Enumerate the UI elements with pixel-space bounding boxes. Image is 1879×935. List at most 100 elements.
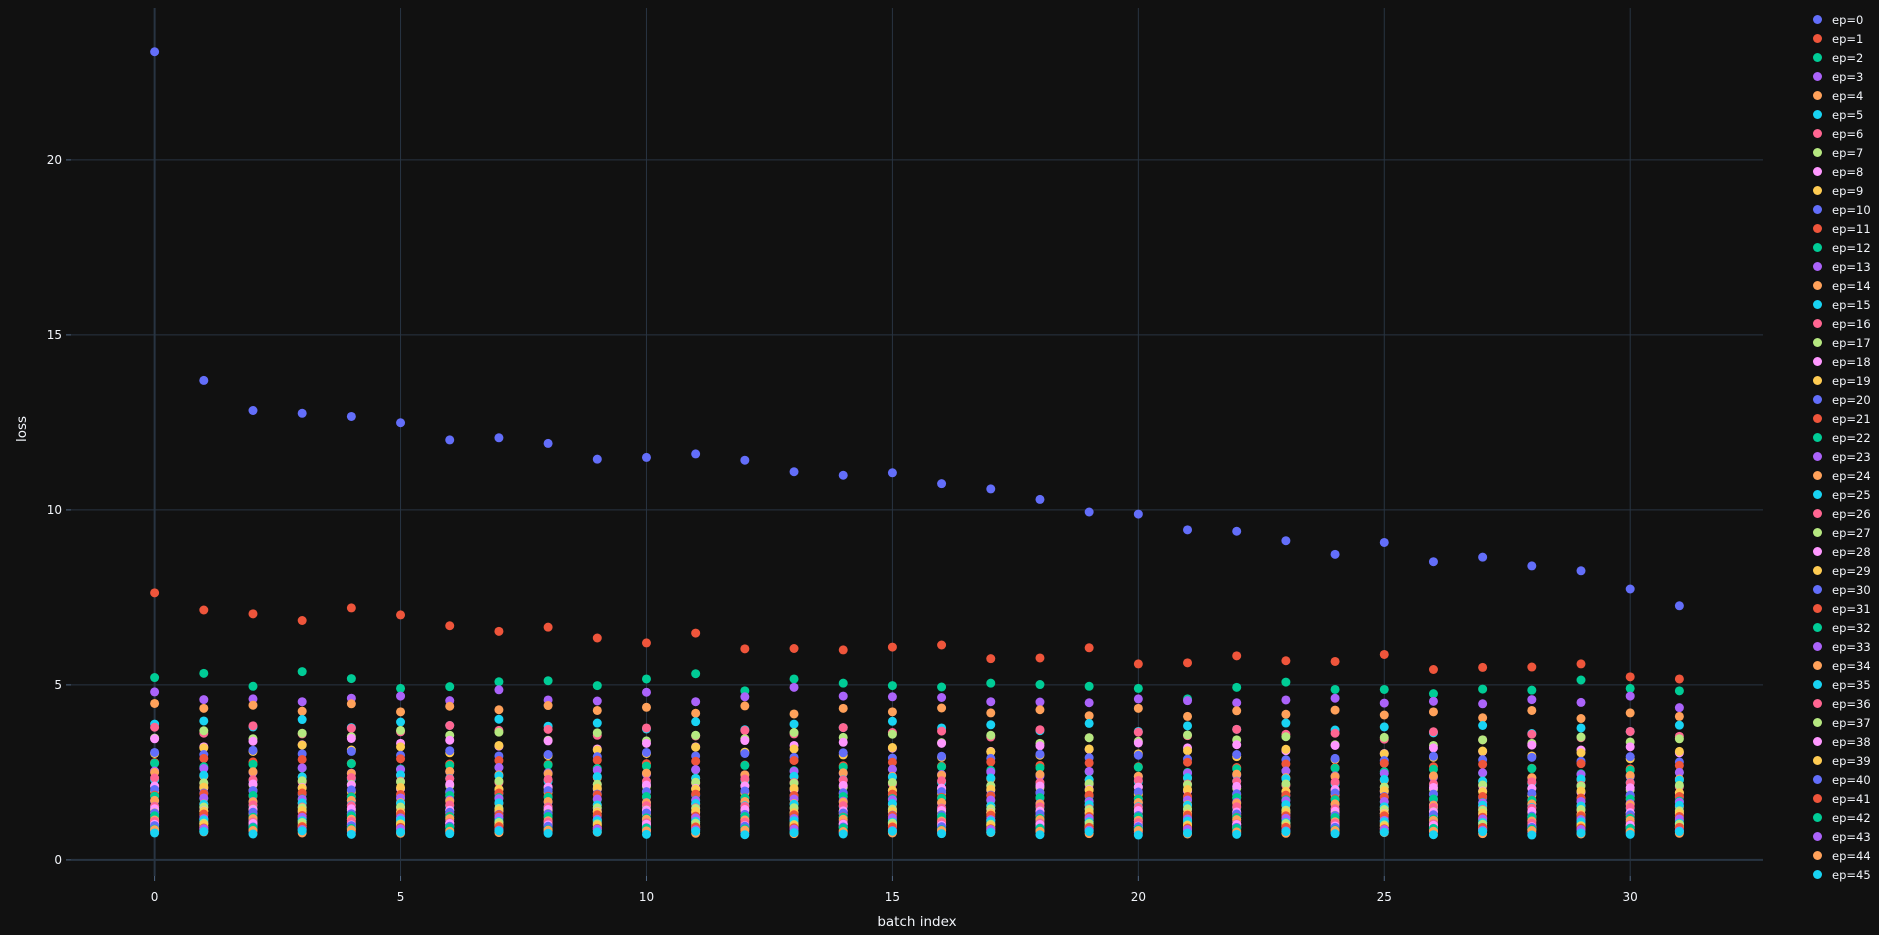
legend-item-ep=34[interactable]: ep=34 <box>1804 656 1879 675</box>
data-point[interactable] <box>1527 695 1537 705</box>
data-point[interactable] <box>1527 729 1537 739</box>
data-point[interactable] <box>150 747 160 757</box>
data-point[interactable] <box>150 734 160 744</box>
data-point[interactable] <box>1674 686 1684 696</box>
data-point[interactable] <box>1379 722 1389 732</box>
data-point[interactable] <box>1281 695 1291 705</box>
data-point[interactable] <box>150 773 160 783</box>
data-point[interactable] <box>1674 734 1684 744</box>
data-point[interactable] <box>1281 718 1291 728</box>
legend-item-ep=36[interactable]: ep=36 <box>1804 694 1879 713</box>
data-point[interactable] <box>494 705 504 715</box>
data-point[interactable] <box>1576 723 1586 733</box>
data-point[interactable] <box>150 687 160 697</box>
data-point[interactable] <box>592 696 602 706</box>
data-point[interactable] <box>1183 525 1193 535</box>
data-point[interactable] <box>592 827 602 837</box>
data-point[interactable] <box>1084 711 1094 721</box>
data-point[interactable] <box>199 375 209 385</box>
data-point[interactable] <box>1674 827 1684 837</box>
data-point[interactable] <box>1379 710 1389 720</box>
data-point[interactable] <box>396 683 406 693</box>
data-point[interactable] <box>641 723 651 733</box>
legend-item-ep=21[interactable]: ep=21 <box>1804 409 1879 428</box>
data-point[interactable] <box>1084 698 1094 708</box>
data-point[interactable] <box>297 408 307 418</box>
data-point[interactable] <box>789 756 799 765</box>
data-point[interactable] <box>1674 720 1684 730</box>
data-point[interactable] <box>1428 830 1438 840</box>
data-point[interactable] <box>1330 693 1340 703</box>
data-point[interactable] <box>1232 750 1242 760</box>
data-point[interactable] <box>494 714 504 724</box>
data-point[interactable] <box>346 733 356 743</box>
data-point[interactable] <box>297 754 307 764</box>
plot-canvas[interactable]: 0 5 10 15 20 25 30 0 5 10 15 20 <box>0 0 1879 935</box>
data-point[interactable] <box>1478 552 1488 562</box>
data-point[interactable] <box>1330 728 1340 738</box>
data-point[interactable] <box>887 743 897 753</box>
data-point[interactable] <box>1576 732 1586 742</box>
data-point[interactable] <box>937 829 947 839</box>
data-point[interactable] <box>691 826 701 836</box>
data-point[interactable] <box>740 725 750 735</box>
data-point[interactable] <box>543 774 553 784</box>
legend-item-ep=20[interactable]: ep=20 <box>1804 390 1879 409</box>
data-point[interactable] <box>494 776 504 786</box>
data-point[interactable] <box>396 827 406 837</box>
data-point[interactable] <box>1478 759 1488 769</box>
data-point[interactable] <box>445 621 455 631</box>
legend-item-ep=0[interactable]: ep=0 <box>1804 10 1879 29</box>
data-point[interactable] <box>1379 684 1389 694</box>
legend-item-ep=18[interactable]: ep=18 <box>1804 352 1879 371</box>
data-point[interactable] <box>494 433 504 443</box>
data-point[interactable] <box>838 723 848 733</box>
data-point[interactable] <box>150 588 160 598</box>
data-point[interactable] <box>1281 536 1291 546</box>
data-point[interactable] <box>297 667 307 677</box>
data-point[interactable] <box>1183 746 1193 756</box>
data-point[interactable] <box>838 737 848 747</box>
legend-item-ep=25[interactable]: ep=25 <box>1804 485 1879 504</box>
data-point[interactable] <box>1478 684 1488 694</box>
data-point[interactable] <box>199 605 209 615</box>
data-point[interactable] <box>838 691 848 701</box>
data-point[interactable] <box>1527 705 1537 715</box>
data-point[interactable] <box>494 626 504 636</box>
data-point[interactable] <box>937 726 947 736</box>
data-point[interactable] <box>1330 684 1340 694</box>
data-point[interactable] <box>887 642 897 652</box>
legend-item-ep=19[interactable]: ep=19 <box>1804 371 1879 390</box>
data-point[interactable] <box>543 676 553 686</box>
data-point[interactable] <box>887 692 897 702</box>
data-point[interactable] <box>937 703 947 713</box>
legend-item-ep=3[interactable]: ep=3 <box>1804 67 1879 86</box>
data-point[interactable] <box>1674 711 1684 721</box>
data-point[interactable] <box>543 438 553 448</box>
data-point[interactable] <box>592 633 602 643</box>
data-point[interactable] <box>1035 653 1045 663</box>
data-point[interactable] <box>1527 685 1537 695</box>
legend-item-ep=4[interactable]: ep=4 <box>1804 86 1879 105</box>
data-point[interactable] <box>199 827 209 837</box>
data-point[interactable] <box>838 703 848 713</box>
data-point[interactable] <box>937 751 947 761</box>
data-point[interactable] <box>1527 740 1537 750</box>
data-point[interactable] <box>1625 752 1635 762</box>
data-point[interactable] <box>740 455 750 465</box>
data-point[interactable] <box>199 668 209 678</box>
data-point[interactable] <box>297 763 307 773</box>
data-point[interactable] <box>445 435 455 445</box>
data-point[interactable] <box>789 709 799 719</box>
legend-item-ep=31[interactable]: ep=31 <box>1804 599 1879 618</box>
data-point[interactable] <box>248 681 258 691</box>
data-point[interactable] <box>1330 705 1340 715</box>
data-point[interactable] <box>937 682 947 692</box>
data-point[interactable] <box>986 827 996 837</box>
legend-item-ep=28[interactable]: ep=28 <box>1804 542 1879 561</box>
data-point[interactable] <box>691 730 701 740</box>
data-point[interactable] <box>1133 738 1143 748</box>
data-point[interactable] <box>789 728 799 737</box>
data-point[interactable] <box>887 778 897 788</box>
data-point[interactable] <box>1674 601 1684 611</box>
